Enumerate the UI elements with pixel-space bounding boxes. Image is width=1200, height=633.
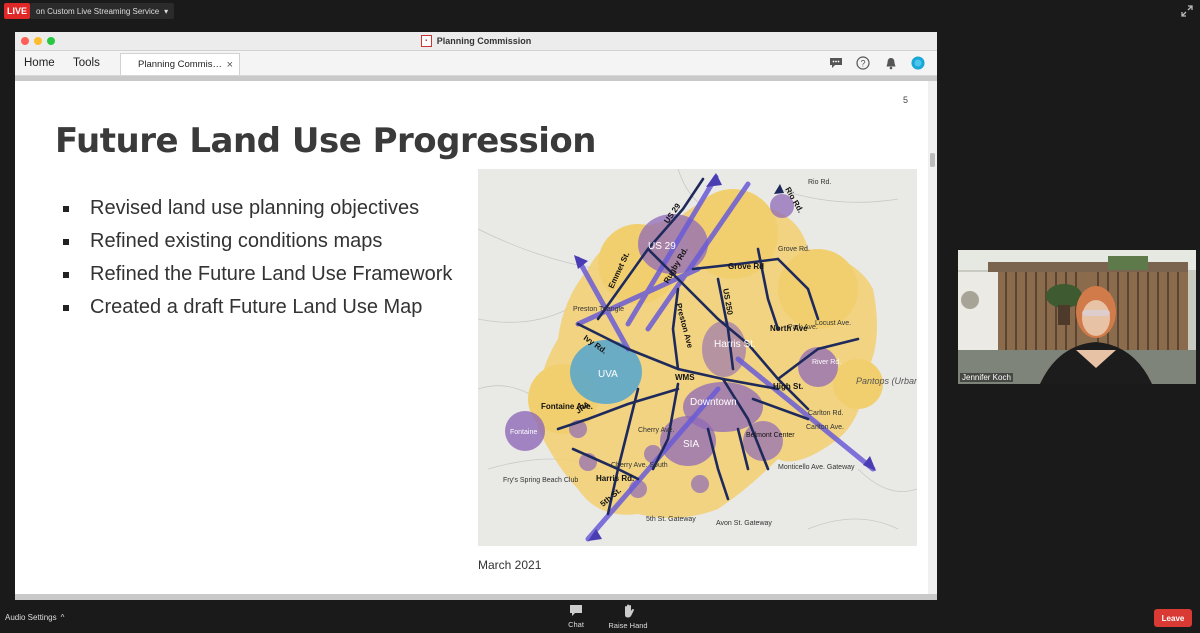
live-badge: LIVE — [4, 3, 30, 19]
scrollbar-thumb[interactable] — [930, 153, 935, 167]
svg-text:?: ? — [860, 59, 865, 69]
audio-settings-button[interactable]: Audio Settings ^ — [5, 613, 64, 622]
menu-bar: Home Tools Planning Commis… × ? — [15, 51, 937, 76]
map-caption: March 2021 — [478, 558, 542, 572]
participant-video-tile[interactable]: Jennifer Koch — [958, 250, 1196, 384]
map-label: 5th St. Gateway — [646, 516, 696, 523]
map-label: Harris Rd. — [596, 474, 634, 483]
slide-title: Future Land Use Progression — [55, 121, 597, 161]
bell-icon[interactable] — [884, 56, 898, 70]
hand-icon — [622, 604, 635, 621]
map-label: Downtown — [690, 397, 737, 408]
document-tab-label: Planning Commis… — [138, 59, 222, 70]
presentation-slide: 5 Future Land Use Progression Revised la… — [15, 81, 928, 600]
bullet-item: Revised land use planning objectives — [63, 197, 419, 220]
close-tab-icon[interactable]: × — [227, 59, 233, 71]
map-label: River Rd. — [812, 359, 841, 366]
comment-icon[interactable] — [829, 56, 843, 70]
map-label: Cherry Ave. South — [611, 462, 668, 469]
menu-home[interactable]: Home — [24, 51, 55, 75]
future-land-use-map: Rio Rd. Grove Rd. Preston Triangle Park … — [478, 169, 917, 546]
stream-label: on Custom Live Streaming Service — [36, 6, 160, 16]
map-label: Preston Triangle — [573, 306, 624, 313]
map-label: Monticello Ave. Gateway — [778, 464, 855, 471]
window-bottom-border — [15, 594, 937, 600]
chat-button[interactable]: Chat — [556, 604, 596, 632]
participant-video — [958, 250, 1196, 384]
bullet-text: Refined existing conditions maps — [90, 230, 383, 252]
map-label: Harris St. — [714, 339, 756, 350]
menu-tools[interactable]: Tools — [73, 51, 100, 75]
streaming-service-dropdown[interactable]: on Custom Live Streaming Service ▾ — [30, 3, 175, 19]
map-label: Carlton Ave. — [806, 424, 844, 431]
map-label: Rio Rd. — [808, 179, 831, 186]
help-icon[interactable]: ? — [856, 56, 870, 70]
map-label: Cherry Ave. — [638, 427, 674, 434]
map-label: High St. — [773, 382, 803, 391]
map-label: Pantops (Urban Ring) — [856, 376, 917, 386]
map-label: UVA — [598, 369, 618, 380]
window-titlebar: ▪ Planning Commission — [15, 32, 937, 51]
map-label: Carlton Rd. — [808, 410, 843, 417]
map-label: SIA — [683, 439, 699, 450]
map-label: Locust Ave. — [815, 320, 851, 327]
bullet-item: Refined the Future Land Use Framework — [63, 263, 452, 286]
fullscreen-icon[interactable] — [1180, 4, 1194, 18]
map-label: Avon St. Gateway — [716, 520, 772, 527]
document-tab[interactable]: Planning Commis… × — [120, 53, 240, 75]
raise-hand-button[interactable]: Raise Hand — [608, 604, 648, 632]
chevron-down-icon: ▾ — [164, 6, 169, 16]
account-icon[interactable] — [911, 56, 925, 70]
audio-settings-label: Audio Settings — [5, 613, 57, 622]
bullet-text: Created a draft Future Land Use Map — [90, 296, 423, 318]
chat-label: Chat — [568, 620, 584, 629]
pdf-file-icon: ▪ — [420, 35, 432, 47]
map-label: Fontaine — [510, 429, 537, 436]
chat-icon — [569, 604, 583, 620]
map-label: US 29 — [648, 241, 676, 252]
map-label: Fry's Spring Beach Club — [503, 477, 578, 484]
raise-hand-label: Raise Hand — [608, 621, 648, 630]
chevron-up-icon: ^ — [60, 613, 65, 622]
window-title-area: ▪ Planning Commission — [15, 32, 937, 50]
bullet-item: Created a draft Future Land Use Map — [63, 296, 422, 319]
bullet-item: Refined existing conditions maps — [63, 230, 382, 253]
map-label: WMS — [675, 373, 695, 382]
map-label: Grove Rd. — [778, 246, 810, 253]
leave-button[interactable]: Leave — [1154, 609, 1192, 627]
map-label: Grove Rd — [728, 262, 764, 271]
bullet-text: Revised land use planning objectives — [90, 197, 420, 219]
vertical-scrollbar[interactable] — [928, 81, 937, 600]
window-title: Planning Commission — [436, 36, 532, 46]
map-label: Belmont Center — [746, 432, 795, 439]
map-label: North Ave — [770, 324, 808, 333]
participant-name: Jennifer Koch — [960, 373, 1013, 382]
page-number: 5 — [902, 95, 908, 105]
bullet-text: Refined the Future Land Use Framework — [90, 263, 453, 285]
shared-screen-window: ▪ Planning Commission Home Tools Plannin… — [15, 32, 937, 600]
